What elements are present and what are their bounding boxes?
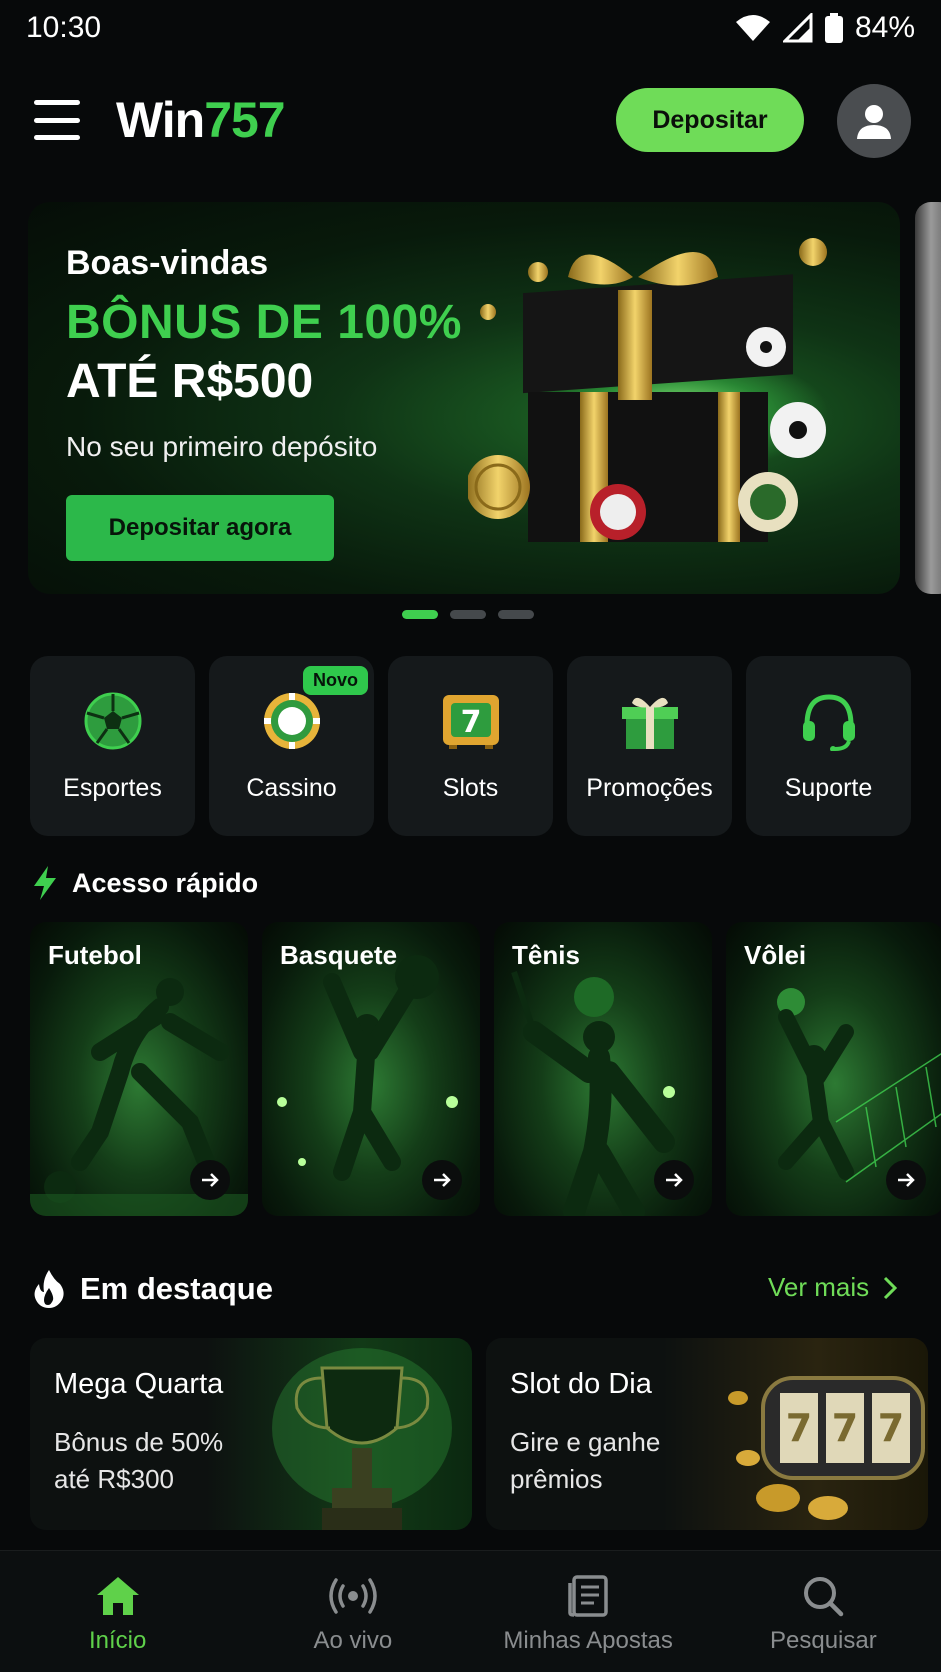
category-label: Slots [442, 774, 499, 802]
signal-icon [782, 13, 813, 43]
featured-card-line: até R$300 [54, 1464, 174, 1494]
nav-label: Início [88, 1627, 147, 1654]
banner-welcome: Boas-vindas [66, 244, 269, 282]
soccer-ball-icon [84, 692, 141, 750]
quick-access-title: Acesso rápido [72, 867, 259, 898]
featured-card-line: prêmios [510, 1464, 603, 1494]
category-esportes[interactable]: Esportes [30, 656, 195, 836]
featured-card-title: Slot do Dia [510, 1368, 652, 1400]
gift-icon [621, 697, 678, 749]
banner-subtitle: No seu primeiro depósito [66, 431, 378, 462]
featured-card-line: Gire e ganhe [510, 1427, 661, 1457]
featured-card-subtitle: Bônus de 50% até R$300 [54, 1424, 274, 1498]
category-label: Esportes [63, 774, 162, 802]
banner-bonus: BÔNUS DE 100% [66, 296, 462, 349]
quick-access-label: Tênis [512, 940, 580, 970]
new-badge: Novo [303, 666, 368, 695]
bottom-nav: Início Ao vivo Minhas Apostas Pesquisar [0, 1550, 941, 1672]
user-avatar-button[interactable] [837, 84, 911, 158]
svg-text:7: 7 [786, 1406, 812, 1450]
category-label: Cassino [246, 774, 337, 802]
featured-card-mega-quarta[interactable]: Mega Quarta Bônus de 50% até R$300 [30, 1338, 472, 1530]
banner-upto: ATÉ R$500 [66, 355, 314, 408]
deposit-button[interactable]: Depositar [616, 88, 804, 152]
status-time: 10:30 [26, 11, 102, 44]
app-header: Win757 Depositar [0, 70, 941, 170]
trophy-illustration [272, 1348, 452, 1530]
category-cassino[interactable]: Novo Cassino [209, 656, 374, 836]
quick-access-label: Vôlei [744, 940, 807, 970]
arrow-right-icon[interactable] [422, 1160, 462, 1200]
svg-text:7: 7 [878, 1406, 904, 1450]
carousel-dot[interactable] [498, 610, 534, 619]
lightning-icon [34, 866, 56, 900]
category-label: Promoções [586, 774, 713, 802]
arrow-right-icon[interactable] [190, 1160, 230, 1200]
category-label: Suporte [784, 774, 873, 802]
see-more-link[interactable]: Ver mais [768, 1272, 898, 1303]
home-icon [96, 1577, 139, 1615]
quick-access-card-volei[interactable]: Vôlei [726, 922, 941, 1216]
logo[interactable]: Win757 [116, 91, 286, 149]
promo-banner[interactable]: Boas-vindas BÔNUS DE 100% ATÉ R$500 No s… [28, 202, 900, 594]
casino-chip-icon [263, 693, 320, 749]
featured-header: Em destaque [32, 1270, 273, 1308]
nav-inicio[interactable]: Início [0, 1551, 235, 1672]
arrow-right-icon[interactable] [886, 1160, 926, 1200]
svg-text:7: 7 [460, 705, 481, 740]
carousel-dot[interactable] [402, 610, 438, 619]
headset-icon [802, 694, 855, 751]
hamburger-menu-icon[interactable] [34, 100, 80, 140]
battery-icon [824, 13, 843, 43]
svg-text:7: 7 [832, 1406, 858, 1450]
category-slots[interactable]: 7 Slots [388, 656, 553, 836]
quick-access-card-basquete[interactable]: Basquete [262, 922, 480, 1216]
gift-box-illustration [468, 238, 828, 542]
featured-card-slot-do-dia[interactable]: 7 7 7 Slot do Dia Gire e ganhe prêmios [486, 1338, 928, 1530]
quick-access-label: Basquete [280, 940, 398, 970]
featured-row: Mega Quarta Bônus de 50% até R$300 7 7 7… [30, 1338, 928, 1530]
category-grid: Esportes Novo Cassino 7 Slots Promoções … [30, 656, 911, 836]
featured-card-line: Bônus de 50% [54, 1427, 224, 1457]
live-broadcast-icon [329, 1578, 377, 1614]
deposit-now-button[interactable]: Depositar agora [66, 495, 334, 561]
fire-icon [34, 1270, 64, 1308]
featured-title: Em destaque [80, 1271, 273, 1306]
search-icon [804, 1577, 844, 1617]
carousel-dots [402, 610, 534, 619]
carousel-dot[interactable] [450, 610, 486, 619]
see-more-label: Ver mais [768, 1272, 870, 1302]
wifi-icon [735, 15, 770, 41]
quick-access-row: Futebol Basquete Tênis Vôlei [30, 922, 941, 1216]
quick-access-label: Futebol [48, 940, 142, 970]
quick-access-card-tenis[interactable]: Tênis [494, 922, 712, 1216]
logo-part-1: Win [116, 92, 205, 148]
nav-ao-vivo[interactable]: Ao vivo [235, 1551, 470, 1672]
category-suporte[interactable]: Suporte [746, 656, 911, 836]
slot-machine-icon: 7 [442, 695, 499, 749]
nav-pesquisar[interactable]: Pesquisar [706, 1551, 941, 1672]
chevron-right-icon [884, 1276, 898, 1299]
featured-card-title: Mega Quarta [54, 1368, 224, 1400]
slot-reels-illustration: 7 7 7 [728, 1376, 925, 1520]
battery-percent: 84% [854, 11, 915, 44]
status-icons: 84% [735, 11, 915, 45]
nav-label: Minhas Apostas [503, 1627, 673, 1654]
featured-card-subtitle: Gire e ganhe prêmios [510, 1424, 730, 1498]
arrow-right-icon[interactable] [654, 1160, 694, 1200]
nav-label: Ao vivo [313, 1627, 393, 1654]
nav-label: Pesquisar [770, 1627, 877, 1654]
quick-access-header: Acesso rápido [32, 866, 258, 900]
betslip-icon [568, 1575, 608, 1617]
logo-part-2: 757 [204, 92, 285, 148]
category-promocoes[interactable]: Promoções [567, 656, 732, 836]
status-bar: 10:30 84% [0, 0, 941, 56]
quick-access-card-futebol[interactable]: Futebol [30, 922, 248, 1216]
user-icon [857, 105, 891, 139]
next-banner-peek[interactable] [915, 202, 941, 594]
nav-minhas-apostas[interactable]: Minhas Apostas [471, 1551, 706, 1672]
